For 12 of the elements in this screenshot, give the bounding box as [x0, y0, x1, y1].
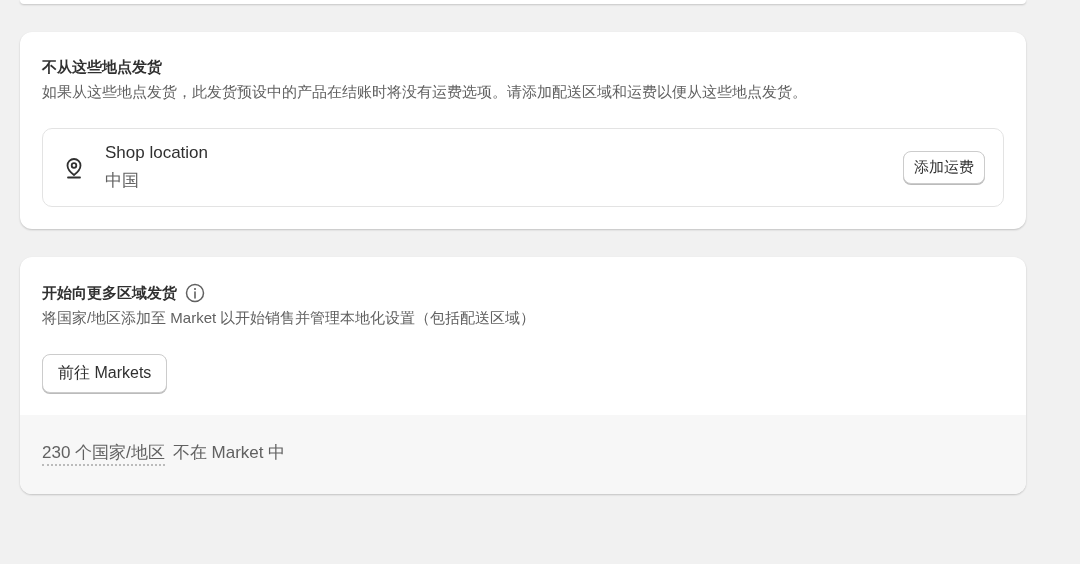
section-title: 不从这些地点发货: [42, 58, 163, 77]
location-country: 中国: [105, 170, 140, 192]
section-description: 如果从这些地点发货，此发货预设中的产品在结账时将没有运费选项。请添加配送区域和运费以便从这些地点发货。: [42, 83, 808, 102]
add-rate-button[interactable]: 添加运费: [903, 151, 985, 184]
section-title: 开始向更多区域发货: [42, 283, 177, 303]
section-description: 将国家/地区添加至 Market 以开始销售并管理本地化设置（包括配送区域）: [42, 309, 537, 328]
location-pin-icon: [65, 156, 83, 179]
location-name: Shop location: [105, 143, 210, 163]
markets-button[interactable]: 前往 Markets: [42, 354, 168, 393]
country-count-link[interactable]: 230 个国家/地区: [42, 441, 165, 466]
footer-text: 不在 Market 中: [172, 442, 286, 464]
info-icon: [185, 283, 205, 303]
